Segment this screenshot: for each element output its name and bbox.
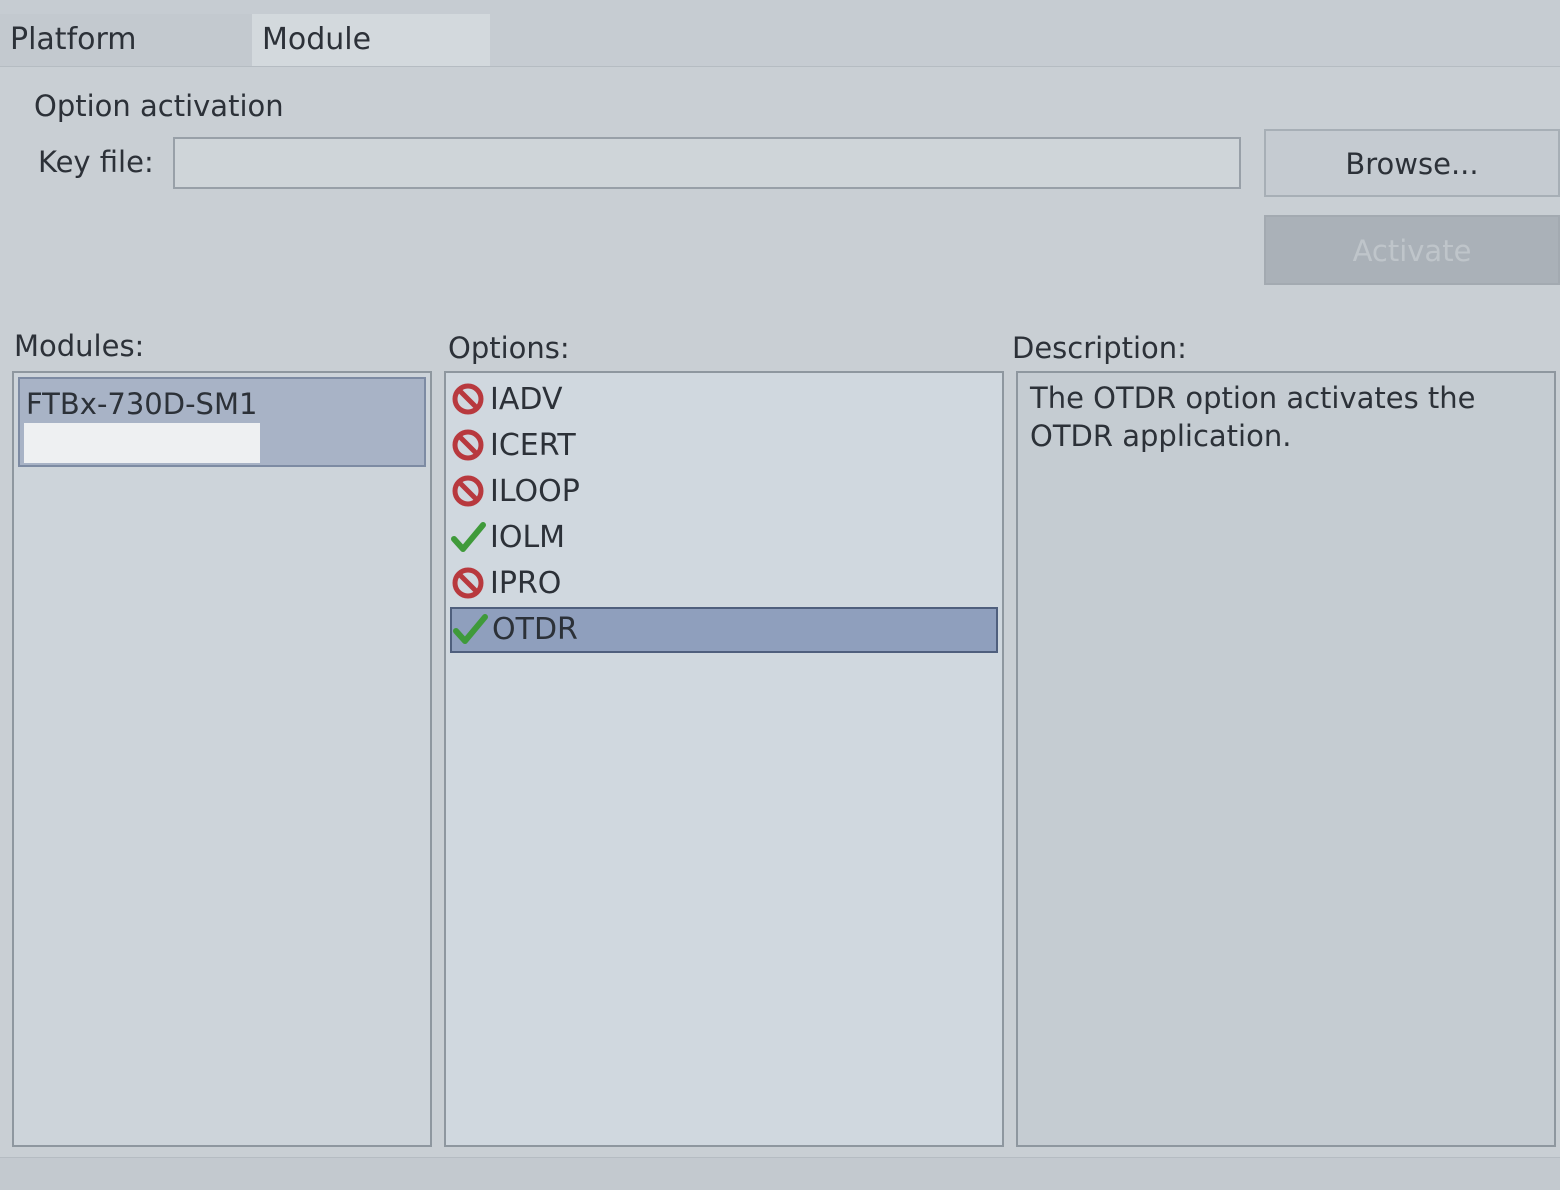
module-item-selected[interactable]: FTBx-730D-SM1 <box>18 377 426 467</box>
options-label: Options: <box>448 331 570 365</box>
modules-label: Modules: <box>14 329 145 363</box>
tab-module-options[interactable]: Module Options <box>252 14 490 109</box>
option-item-iolm[interactable]: IOLM <box>450 515 998 561</box>
module-options-panel: Option activation Key file: Browse... Ac… <box>0 66 1560 1190</box>
checkmark-icon <box>451 522 486 552</box>
description-text: The OTDR option activates the OTDR appli… <box>1030 381 1476 453</box>
prohibited-icon <box>452 567 484 599</box>
option-item-iadv[interactable]: IADV <box>450 377 998 423</box>
tab-bar: Platform Options Module Options <box>0 14 1560 109</box>
key-file-input[interactable] <box>173 137 1241 189</box>
redacted-field <box>24 423 260 463</box>
option-item-iloop[interactable]: ILOOP <box>450 469 998 515</box>
option-activation-heading: Option activation <box>34 89 284 123</box>
bottom-bar <box>0 1157 1560 1190</box>
options-list[interactable]: IADV ICERT ILOOP IOLM IPRO OTDR <box>444 371 1004 1147</box>
key-file-label: Key file: <box>38 145 154 179</box>
option-item-otdr[interactable]: OTDR <box>450 607 998 653</box>
browse-button[interactable]: Browse... <box>1264 129 1560 197</box>
option-label: ICERT <box>490 428 576 463</box>
description-box: The OTDR option activates the OTDR appli… <box>1016 371 1556 1147</box>
prohibited-icon <box>452 429 484 461</box>
options-items: IADV ICERT ILOOP IOLM IPRO OTDR <box>450 377 998 653</box>
option-item-icert[interactable]: ICERT <box>450 423 998 469</box>
module-name: FTBx-730D-SM1 <box>26 387 258 421</box>
option-label: ILOOP <box>490 474 580 509</box>
prohibited-icon <box>452 475 484 507</box>
option-label: IOLM <box>490 520 566 555</box>
activate-button[interactable]: Activate <box>1264 215 1560 285</box>
description-label: Description: <box>1012 331 1187 365</box>
option-label: IADV <box>490 382 563 417</box>
option-label: IPRO <box>490 566 562 601</box>
checkmark-icon <box>453 614 488 644</box>
option-label: OTDR <box>492 612 578 647</box>
option-item-ipro[interactable]: IPRO <box>450 561 998 607</box>
modules-list[interactable]: FTBx-730D-SM1 <box>12 371 432 1147</box>
prohibited-icon <box>452 383 484 415</box>
tab-platform-options[interactable]: Platform Options <box>0 14 252 109</box>
